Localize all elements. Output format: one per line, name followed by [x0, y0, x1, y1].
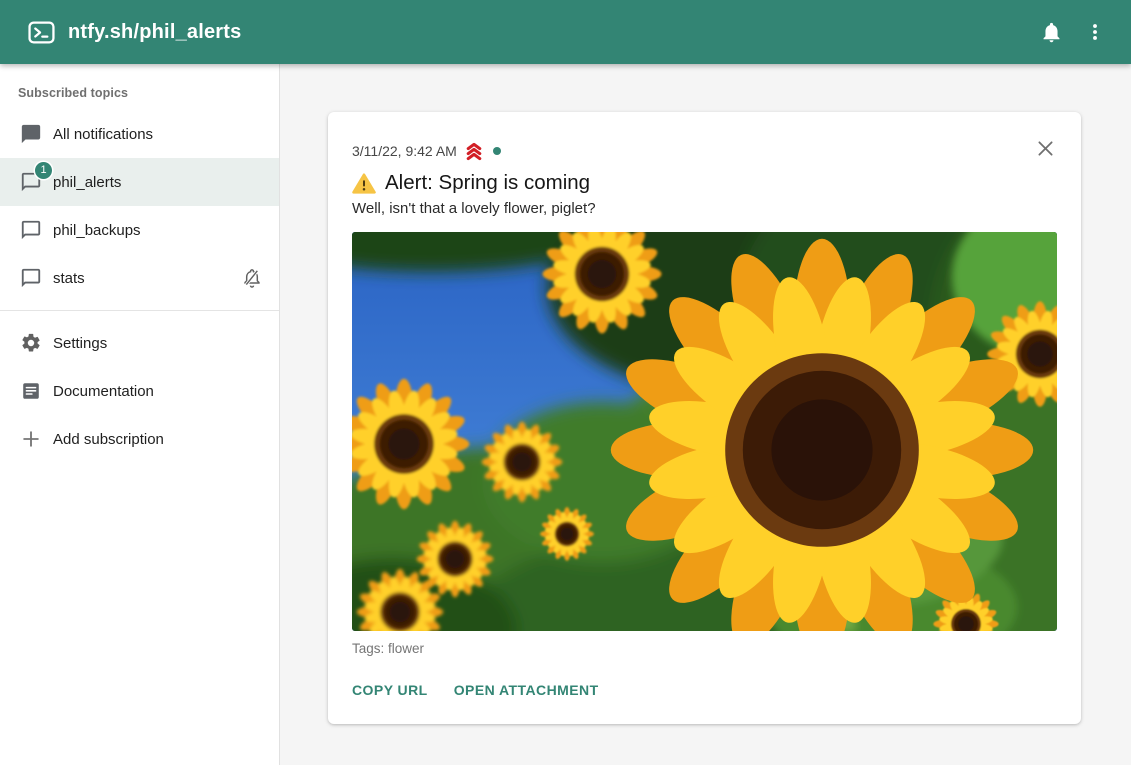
- sidebar-item-label: All notifications: [53, 126, 153, 142]
- unread-count-badge: 1: [35, 162, 52, 179]
- main-content: 3/11/22, 9:42 AM: [280, 64, 1131, 765]
- overflow-menu-button[interactable]: [1073, 10, 1117, 54]
- sidebar-item-label: Documentation: [53, 383, 154, 399]
- close-notification-button[interactable]: [1029, 132, 1061, 164]
- notification-title: Alert: Spring is coming: [385, 171, 590, 195]
- attachment-image[interactable]: [352, 232, 1057, 631]
- close-icon: [1036, 139, 1055, 158]
- sidebar-item-all-notifications[interactable]: All notifications: [0, 110, 279, 158]
- sidebar-item-label: phil_alerts: [53, 174, 121, 190]
- warning-icon: [352, 173, 376, 194]
- sidebar-item-label: stats: [53, 270, 85, 286]
- sidebar-item-add-subscription[interactable]: Add subscription: [0, 415, 279, 463]
- sidebar-item-settings[interactable]: Settings: [0, 319, 279, 367]
- app-title: ntfy.sh/phil_alerts: [68, 21, 241, 44]
- terminal-prompt-icon: [28, 19, 55, 46]
- sidebar-item-stats[interactable]: stats: [0, 254, 279, 302]
- app-bar: ntfy.sh/phil_alerts: [0, 0, 1131, 64]
- sidebar-item-label: phil_backups: [53, 222, 141, 238]
- notification-tags: Tags: flower: [352, 641, 1057, 656]
- gear-icon: [19, 331, 43, 355]
- open-attachment-button[interactable]: OPEN ATTACHMENT: [454, 682, 599, 698]
- sidebar-item-documentation[interactable]: Documentation: [0, 367, 279, 415]
- ntfy-app: ntfy.sh/phil_alerts Subscribed topics: [0, 0, 1131, 765]
- sidebar: Subscribed topics All notifications 1 ph…: [0, 64, 280, 765]
- sidebar-item-phil-alerts[interactable]: 1 phil_alerts: [0, 158, 279, 206]
- chat-outline-icon: [19, 218, 43, 242]
- notifications-bell-button[interactable]: [1029, 10, 1073, 54]
- chat-outline-icon: 1: [19, 170, 43, 194]
- sidebar-item-label: Add subscription: [53, 431, 164, 447]
- copy-url-button[interactable]: COPY URL: [352, 682, 428, 698]
- sidebar-divider: [0, 310, 279, 311]
- subscribed-topics-label: Subscribed topics: [0, 74, 279, 110]
- document-icon: [19, 379, 43, 403]
- sidebar-item-phil-backups[interactable]: phil_backups: [0, 206, 279, 254]
- notification-card: 3/11/22, 9:42 AM: [328, 112, 1081, 724]
- chat-outline-icon: [19, 266, 43, 290]
- kebab-menu-icon: [1084, 21, 1106, 43]
- unread-indicator-dot: [493, 147, 501, 155]
- notification-timestamp: 3/11/22, 9:42 AM: [352, 143, 457, 159]
- chat-filled-icon: [19, 122, 43, 146]
- priority-high-icon: [464, 141, 484, 161]
- sidebar-item-label: Settings: [53, 335, 107, 351]
- notification-body: Well, isn't that a lovely flower, piglet…: [352, 200, 1057, 217]
- bell-off-icon: [241, 267, 263, 289]
- plus-icon: [19, 427, 43, 451]
- bell-icon: [1040, 21, 1063, 44]
